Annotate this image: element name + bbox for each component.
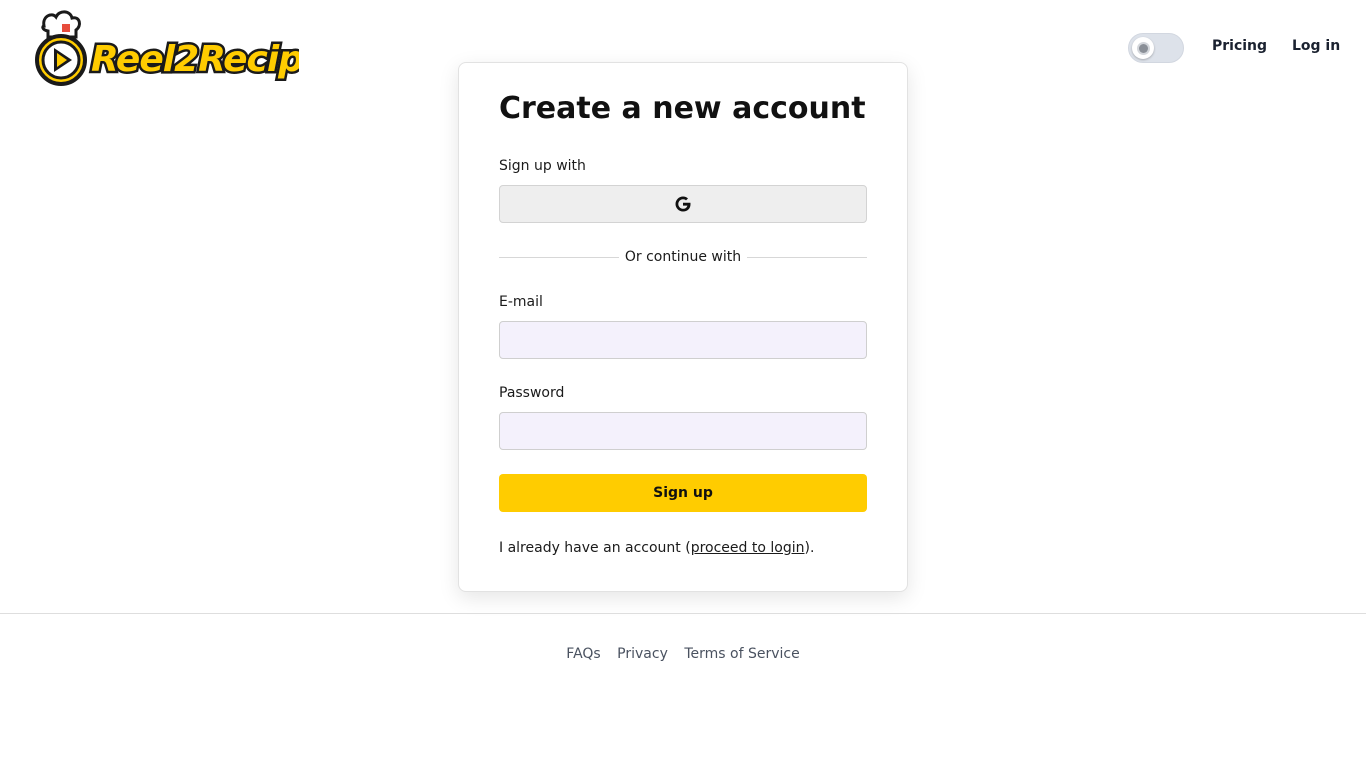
sun-icon — [1138, 43, 1148, 53]
nav-pricing-link[interactable]: Pricing — [1212, 38, 1267, 54]
password-label: Password — [499, 385, 565, 401]
proceed-to-login-link[interactable]: proceed to login — [691, 540, 805, 556]
chef-hat-icon — [41, 10, 81, 39]
signup-button[interactable]: Sign up — [499, 474, 867, 512]
theme-toggle[interactable] — [1128, 33, 1184, 63]
reel2recipe-logo[interactable]: Reel2Recipe — [34, 10, 330, 88]
password-field[interactable] — [499, 412, 867, 450]
footer-privacy-link[interactable]: Privacy — [617, 646, 668, 662]
or-continue-divider: Or continue with — [499, 247, 867, 269]
footer-faqs-link[interactable]: FAQs — [566, 646, 600, 662]
footer-links: FAQs Privacy Terms of Service — [0, 646, 1366, 662]
footer-terms-link[interactable]: Terms of Service — [684, 646, 799, 662]
svg-text:Reel2Recipe: Reel2Recipe — [91, 39, 299, 80]
page-title: Create a new account — [499, 91, 866, 126]
nav-login-link[interactable]: Log in — [1292, 38, 1340, 54]
theme-toggle-knob — [1132, 37, 1154, 59]
footer-divider — [0, 613, 1366, 614]
email-field[interactable] — [499, 321, 867, 359]
page: Reel2Recipe Pricing Log in Create a new … — [0, 0, 1366, 768]
signup-with-label: Sign up with — [499, 158, 586, 174]
already-have-account-text: I already have an account (proceed to lo… — [499, 540, 815, 556]
email-label: E-mail — [499, 294, 543, 310]
google-signup-button[interactable] — [499, 185, 867, 223]
signup-card: Create a new account Sign up with Or con… — [458, 62, 908, 592]
google-icon — [675, 196, 691, 212]
